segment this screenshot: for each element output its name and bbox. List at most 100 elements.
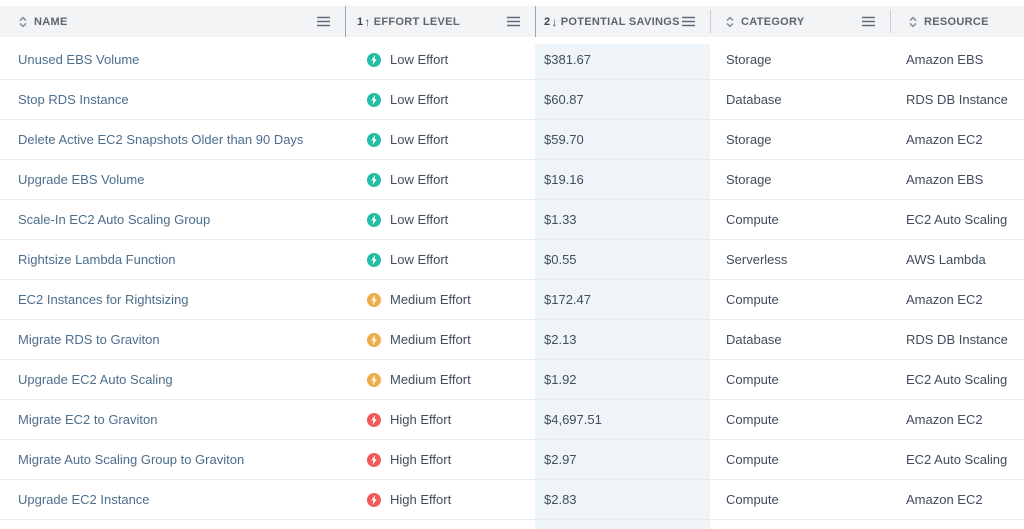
recommendation-name-link[interactable]: Upgrade EC2 Instance: [0, 480, 345, 519]
table-row[interactable]: Upgrade EC2 Auto Scaling Medium Effort $…: [0, 360, 1024, 400]
savings-cell: $2.13: [544, 332, 577, 347]
resource-cell: Amazon EBS: [906, 172, 984, 187]
recommendation-name-link[interactable]: Migrate EC2 to Graviton: [0, 400, 345, 439]
effort-label: Medium Effort: [390, 332, 471, 347]
column-menu-icon[interactable]: [862, 16, 875, 27]
sort-icon: [725, 15, 735, 28]
effort-bolt-icon: [367, 132, 381, 147]
column-menu-icon[interactable]: [507, 16, 520, 27]
effort-cell: High Effort: [345, 400, 535, 439]
effort-bolt-icon: [367, 52, 381, 67]
table-row[interactable]: Scale-In EC2 Auto Scaling Group Low Effo…: [0, 200, 1024, 240]
column-header-effort-level[interactable]: 1 ↑ EFFORT LEVEL: [345, 6, 535, 37]
recommendation-name-link[interactable]: Unused EBS Volume: [0, 40, 345, 79]
effort-label: High Effort: [390, 452, 452, 467]
effort-label: Low Effort: [390, 252, 449, 267]
column-label: CATEGORY: [741, 15, 805, 28]
savings-cell: $19.16: [544, 172, 584, 187]
savings-cell: $0.55: [544, 252, 577, 267]
effort-label: Low Effort: [390, 52, 449, 67]
recommendation-name-link[interactable]: Upgrade EBS Volume: [0, 160, 345, 199]
table-row[interactable]: Migrate RDS to Graviton Medium Effort $2…: [0, 320, 1024, 360]
table-row[interactable]: EC2 Instances for Rightsizing Medium Eff…: [0, 280, 1024, 320]
resource-cell: Amazon EBS: [906, 52, 984, 67]
savings-cell: $2.83: [544, 492, 577, 507]
column-header-potential-savings[interactable]: 2 ↓ POTENTIAL SAVINGS: [535, 6, 710, 37]
table-row[interactable]: Upgrade EBS Volume Low Effort $19.16 Sto…: [0, 160, 1024, 200]
effort-label: Low Effort: [390, 212, 449, 227]
resource-cell: RDS DB Instance: [906, 92, 1008, 107]
column-divider: [535, 6, 536, 37]
resource-cell: RDS DB Instance: [906, 332, 1008, 347]
recommendation-name-link[interactable]: Migrate Auto Scaling Group to Graviton: [0, 440, 345, 479]
column-header-category[interactable]: CATEGORY: [710, 6, 890, 37]
effort-cell: Low Effort: [345, 80, 535, 119]
effort-cell: Medium Effort: [345, 360, 535, 399]
category-cell: Serverless: [726, 252, 788, 267]
sort-icon: [908, 15, 918, 28]
effort-cell: Low Effort: [345, 160, 535, 199]
effort-bolt-icon: [367, 412, 381, 427]
effort-cell: Medium Effort: [345, 320, 535, 359]
column-menu-icon[interactable]: [317, 16, 330, 27]
effort-cell: High Effort: [345, 480, 535, 519]
savings-cell: $172.47: [544, 292, 591, 307]
savings-cell: $59.70: [544, 132, 584, 147]
savings-cell: $2.97: [544, 452, 577, 467]
recommendation-name-link[interactable]: Upgrade EC2 Auto Scaling: [0, 360, 345, 399]
effort-label: High Effort: [390, 412, 452, 427]
table-row[interactable]: Stop RDS Instance Low Effort $60.87 Data…: [0, 80, 1024, 120]
category-cell: Compute: [726, 412, 779, 427]
resource-cell: EC2 Auto Scaling: [906, 212, 1008, 227]
category-cell: Storage: [726, 132, 772, 147]
recommendation-name-link[interactable]: Delete Active EC2 Snapshots Older than 9…: [0, 120, 345, 159]
table-row[interactable]: Upgrade EC2 Instance High Effort $2.83 C…: [0, 480, 1024, 520]
effort-bolt-icon: [367, 252, 381, 267]
effort-label: Low Effort: [390, 132, 449, 147]
effort-bolt-icon: [367, 92, 381, 107]
resource-cell: Amazon EC2: [906, 492, 983, 507]
resource-cell: Amazon EC2: [906, 132, 983, 147]
recommendation-name-link[interactable]: EC2 Instances for Rightsizing: [0, 280, 345, 319]
column-menu-icon[interactable]: [682, 16, 695, 27]
category-cell: Database: [726, 332, 782, 347]
sort-asc-icon: ↑: [364, 14, 371, 29]
resource-cell: Amazon EC2: [906, 412, 983, 427]
column-header-resource[interactable]: RESOURCE: [890, 6, 1024, 37]
effort-bolt-icon: [367, 372, 381, 387]
effort-label: Low Effort: [390, 172, 449, 187]
resource-cell: AWS Lambda: [906, 252, 986, 267]
table-row[interactable]: Delete Active EC2 Snapshots Older than 9…: [0, 120, 1024, 160]
effort-label: Low Effort: [390, 92, 449, 107]
sort-order-badge: 1: [357, 15, 364, 28]
column-label: NAME: [34, 15, 68, 28]
sort-desc-icon: ↓: [551, 14, 558, 29]
savings-cell: $4,697.51: [544, 412, 602, 427]
recommendation-name-link[interactable]: Rightsize Lambda Function: [0, 240, 345, 279]
column-header-name[interactable]: NAME: [0, 6, 345, 37]
recommendation-name-link[interactable]: Stop RDS Instance: [0, 80, 345, 119]
resource-cell: EC2 Auto Scaling: [906, 452, 1008, 467]
effort-cell: Low Effort: [345, 40, 535, 79]
table-row[interactable]: Migrate EC2 to Graviton High Effort $4,6…: [0, 400, 1024, 440]
category-cell: Compute: [726, 292, 779, 307]
category-cell: Compute: [726, 492, 779, 507]
table-row[interactable]: Migrate Auto Scaling Group to Graviton H…: [0, 440, 1024, 480]
recommendation-name-link[interactable]: Migrate RDS to Graviton: [0, 320, 345, 359]
table-row[interactable]: Unused EBS Volume Low Effort $381.67 Sto…: [0, 40, 1024, 80]
category-cell: Storage: [726, 172, 772, 187]
category-cell: Compute: [726, 452, 779, 467]
effort-cell: Low Effort: [345, 200, 535, 239]
column-label: POTENTIAL SAVINGS: [560, 15, 680, 28]
category-cell: Compute: [726, 372, 779, 387]
effort-cell: Low Effort: [345, 120, 535, 159]
column-divider: [890, 10, 891, 33]
table-row[interactable]: Rightsize Lambda Function Low Effort $0.…: [0, 240, 1024, 280]
effort-label: Medium Effort: [390, 292, 471, 307]
recommendation-name-link[interactable]: Scale-In EC2 Auto Scaling Group: [0, 200, 345, 239]
category-cell: Storage: [726, 52, 772, 67]
effort-bolt-icon: [367, 452, 381, 467]
column-label: EFFORT LEVEL: [373, 15, 460, 28]
effort-bolt-icon: [367, 212, 381, 227]
category-cell: Compute: [726, 212, 779, 227]
